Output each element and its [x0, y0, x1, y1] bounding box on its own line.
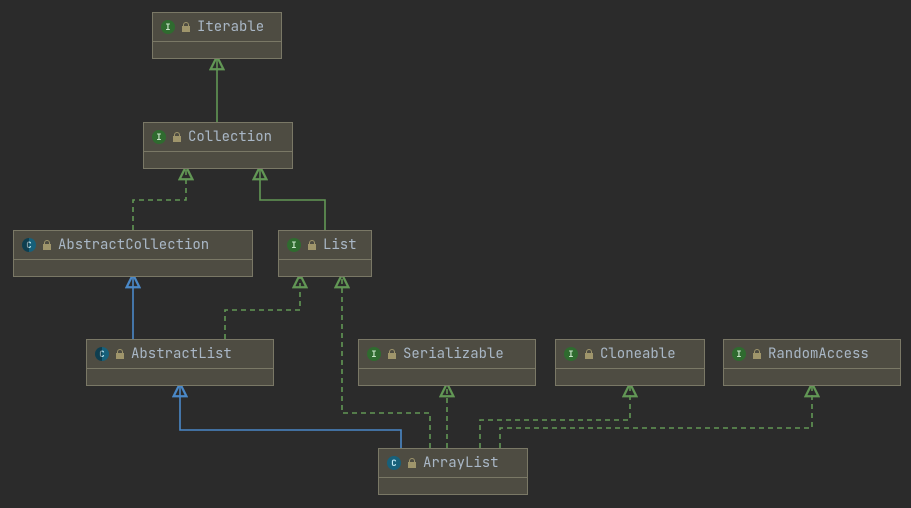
interface-icon: I	[564, 347, 578, 361]
interface-icon: I	[152, 130, 166, 144]
node-list[interactable]: I List	[278, 230, 372, 277]
node-collection[interactable]: I Collection	[143, 122, 293, 169]
node-abstract-list[interactable]: C AbstractList	[86, 339, 274, 386]
abstract-class-icon: C	[95, 347, 109, 361]
node-label: Serializable	[403, 345, 504, 363]
lock-icon	[387, 349, 397, 359]
edge-arraylist-cloneable	[480, 385, 630, 448]
interface-icon: I	[732, 347, 746, 361]
node-label: AbstractList	[131, 345, 232, 363]
edge-abstractlist-list	[225, 276, 300, 339]
lock-icon	[172, 132, 182, 142]
node-random-access[interactable]: I RandomAccess	[723, 339, 901, 386]
node-label: Collection	[188, 128, 272, 146]
lock-icon	[307, 240, 317, 250]
node-label: Iterable	[197, 18, 264, 36]
lock-icon	[584, 349, 594, 359]
node-abstract-collection[interactable]: C AbstractCollection	[13, 230, 253, 277]
interface-icon: I	[161, 20, 175, 34]
edge-abstractcollection-collection	[133, 168, 186, 230]
node-label: ArrayList	[423, 454, 499, 472]
node-cloneable[interactable]: I Cloneable	[555, 339, 705, 386]
node-arraylist[interactable]: C ArrayList	[378, 448, 528, 495]
node-label: List	[323, 236, 357, 254]
node-serializable[interactable]: I Serializable	[358, 339, 536, 386]
interface-icon: I	[367, 347, 381, 361]
edge-list-collection	[260, 168, 325, 230]
node-label: RandomAccess	[768, 345, 869, 363]
lock-icon	[407, 458, 417, 468]
edge-arraylist-randomaccess	[500, 385, 812, 448]
lock-icon	[42, 240, 52, 250]
node-label: Cloneable	[600, 345, 676, 363]
edge-arraylist-abstractlist	[180, 385, 401, 448]
abstract-class-icon: C	[22, 238, 36, 252]
node-label: AbstractCollection	[58, 236, 209, 254]
lock-icon	[181, 22, 191, 32]
lock-icon	[752, 349, 762, 359]
lock-icon	[115, 349, 125, 359]
interface-icon: I	[287, 238, 301, 252]
class-icon: C	[387, 456, 401, 470]
node-iterable[interactable]: I Iterable	[152, 12, 282, 59]
